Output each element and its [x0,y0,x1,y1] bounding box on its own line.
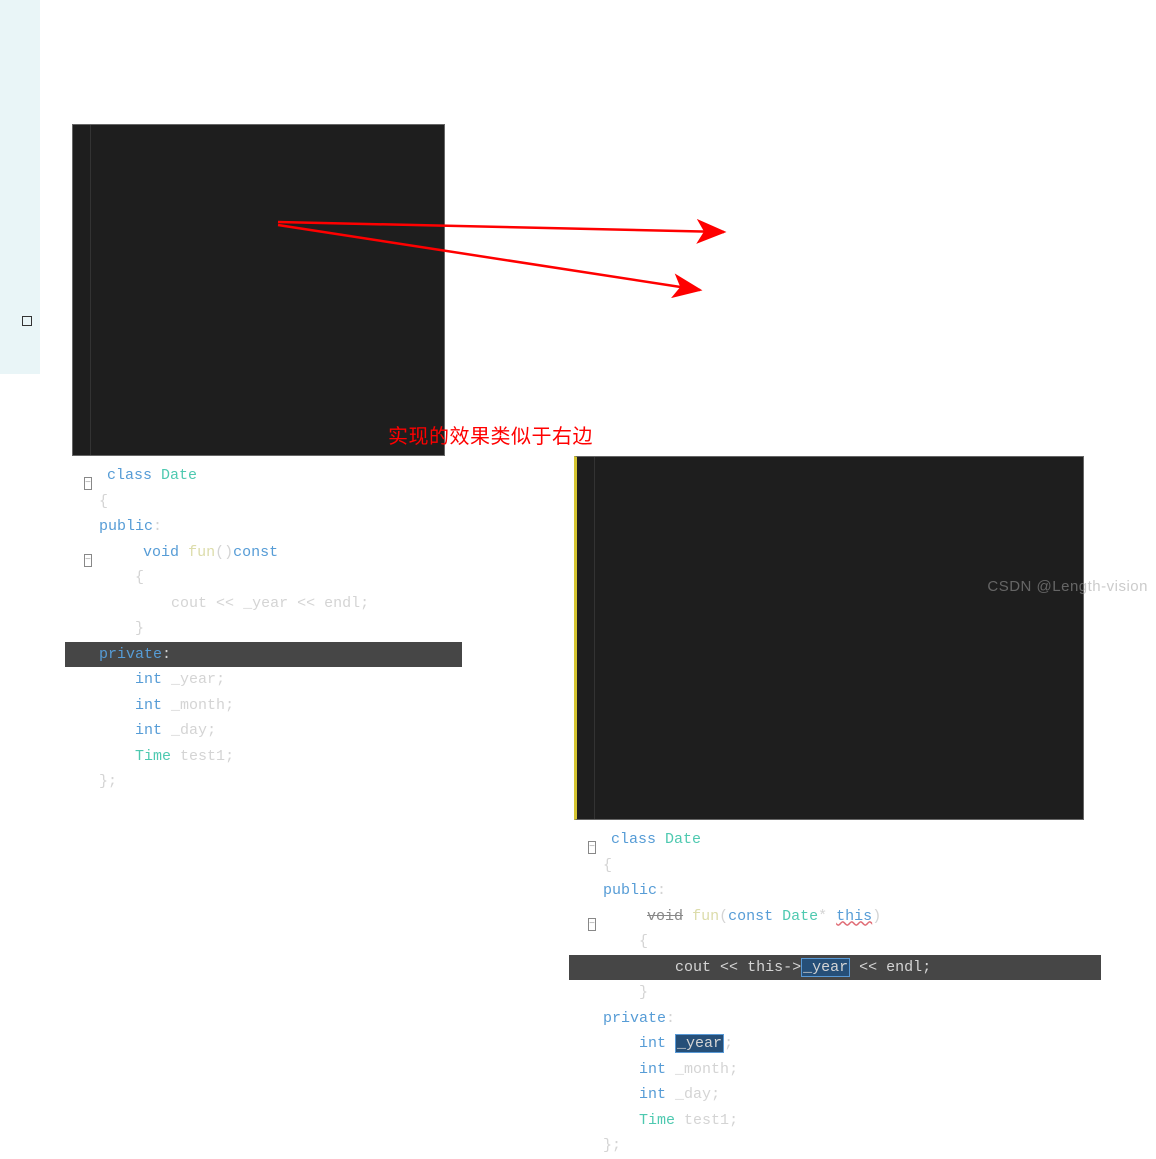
code-editor-left[interactable]: −class Date { public: − void fun()const … [72,124,445,456]
code-line: −class Date [91,463,462,489]
code-line: − void fun(const Date* this) [595,904,1101,930]
code-line: int _year; [595,1031,1101,1057]
caret-marker [22,316,32,326]
code-line: { [595,929,1101,955]
code-editor-right[interactable]: −class Date { public: − void fun(const D… [574,456,1084,820]
code-line: Time test1; [91,744,462,770]
code-area: −class Date { public: − void fun(const D… [595,827,1101,1159]
gutter [73,125,91,455]
code-line: } [91,616,462,642]
code-line: int _month; [91,693,462,719]
selection-year: _year [801,958,850,977]
code-line: int _year; [91,667,462,693]
code-line: int _month; [595,1057,1101,1083]
code-line: } [595,980,1101,1006]
code-line: { [595,853,1101,879]
code-line: Time test1; [595,1108,1101,1134]
code-line: }; [595,1133,1101,1159]
code-line: public: [91,514,462,540]
watermark: CSDN @Length-vision [987,578,1148,595]
code-line: { [91,565,462,591]
annotation-text: 实现的效果类似于右边 [388,420,593,449]
code-line: private: [595,1006,1101,1032]
code-line: int _day; [91,718,462,744]
code-line: { [91,489,462,515]
code-line: −class Date [595,827,1101,853]
code-line: public: [595,878,1101,904]
code-line: int _day; [595,1082,1101,1108]
code-line: − void fun()const [91,540,462,566]
code-line: }; [91,769,462,795]
code-line: private: [65,642,462,668]
left-column-bg [0,0,40,374]
gutter [577,457,595,819]
code-line: cout << _year << endl; [91,591,462,617]
code-line: cout << this->_year << endl; [569,955,1101,981]
selection-year-decl: _year [675,1034,724,1053]
code-area: −class Date { public: − void fun()const … [91,463,462,795]
